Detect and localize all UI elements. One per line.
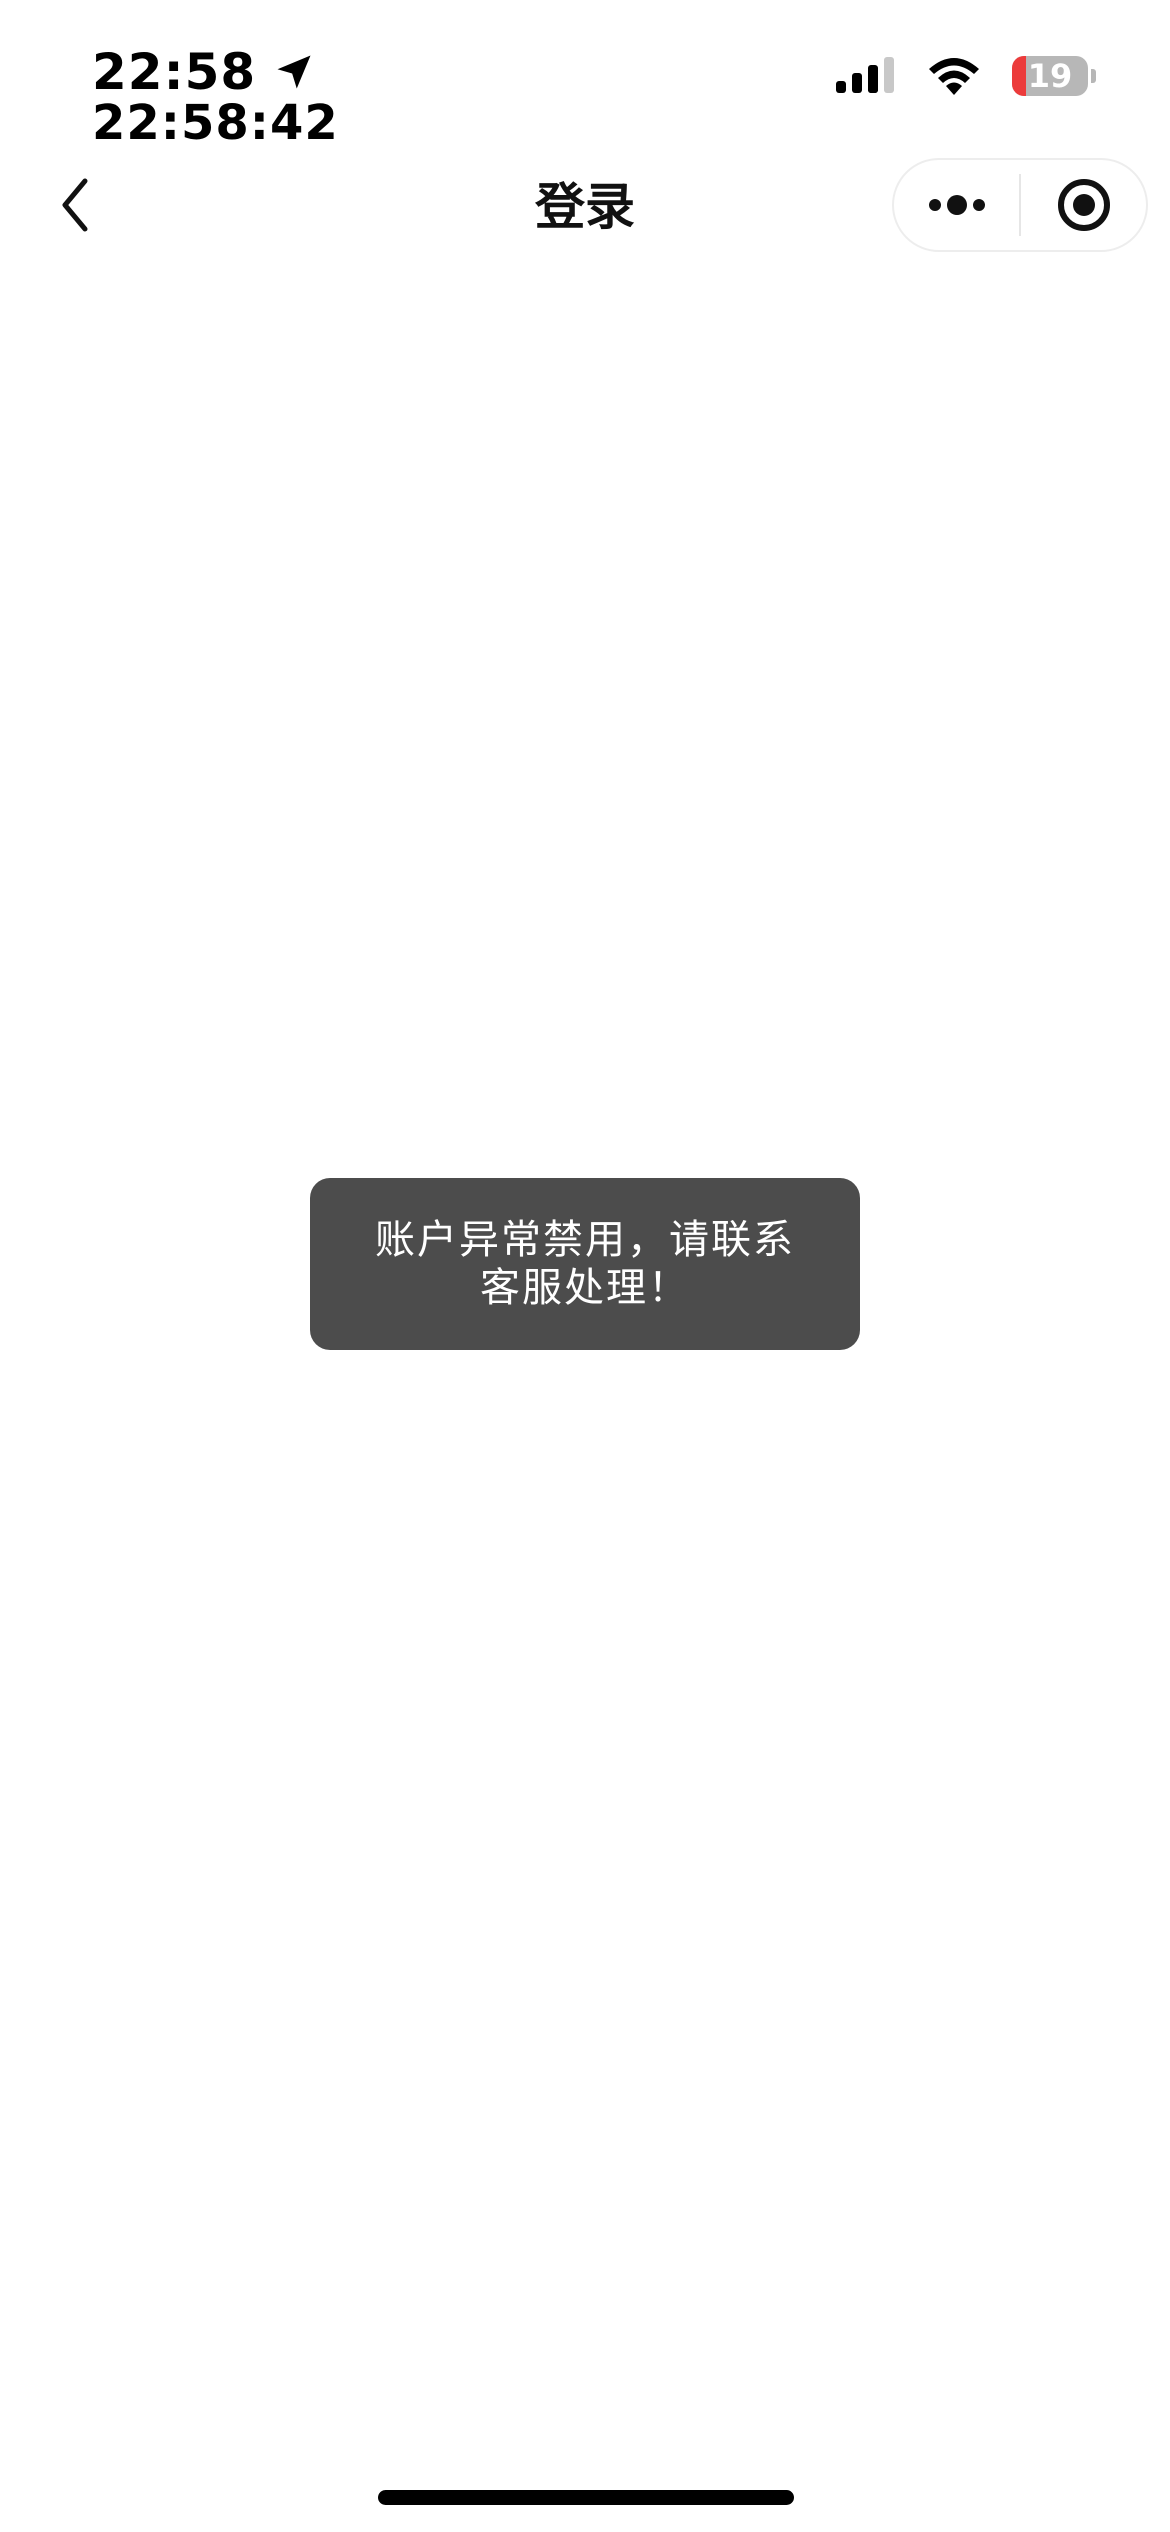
status-time: 22:58 (92, 44, 316, 100)
mini-program-capsule (892, 158, 1148, 252)
toast-message: 账户异常禁用，请联系 客服处理！ (310, 1178, 860, 1350)
home-indicator[interactable] (378, 2490, 794, 2505)
wifi-icon (929, 58, 979, 95)
more-dots-icon (928, 195, 985, 215)
toast-line-1: 账户异常禁用，请联系 (375, 1217, 795, 1263)
target-circle-icon (1057, 179, 1110, 231)
status-clock: 22:58:42 (92, 95, 339, 151)
toast-line-2: 客服处理！ (480, 1265, 690, 1311)
status-indicators: 19 (836, 52, 1096, 100)
battery-percentage: 19 (1027, 57, 1073, 95)
close-button[interactable] (1021, 160, 1146, 250)
status-time-text: 22:58 (92, 43, 257, 101)
location-arrow-icon (277, 55, 311, 89)
battery-indicator: 19 (1012, 56, 1088, 96)
more-button[interactable] (894, 160, 1019, 250)
cellular-signal-icon (836, 57, 894, 93)
battery-tip (1091, 69, 1096, 83)
